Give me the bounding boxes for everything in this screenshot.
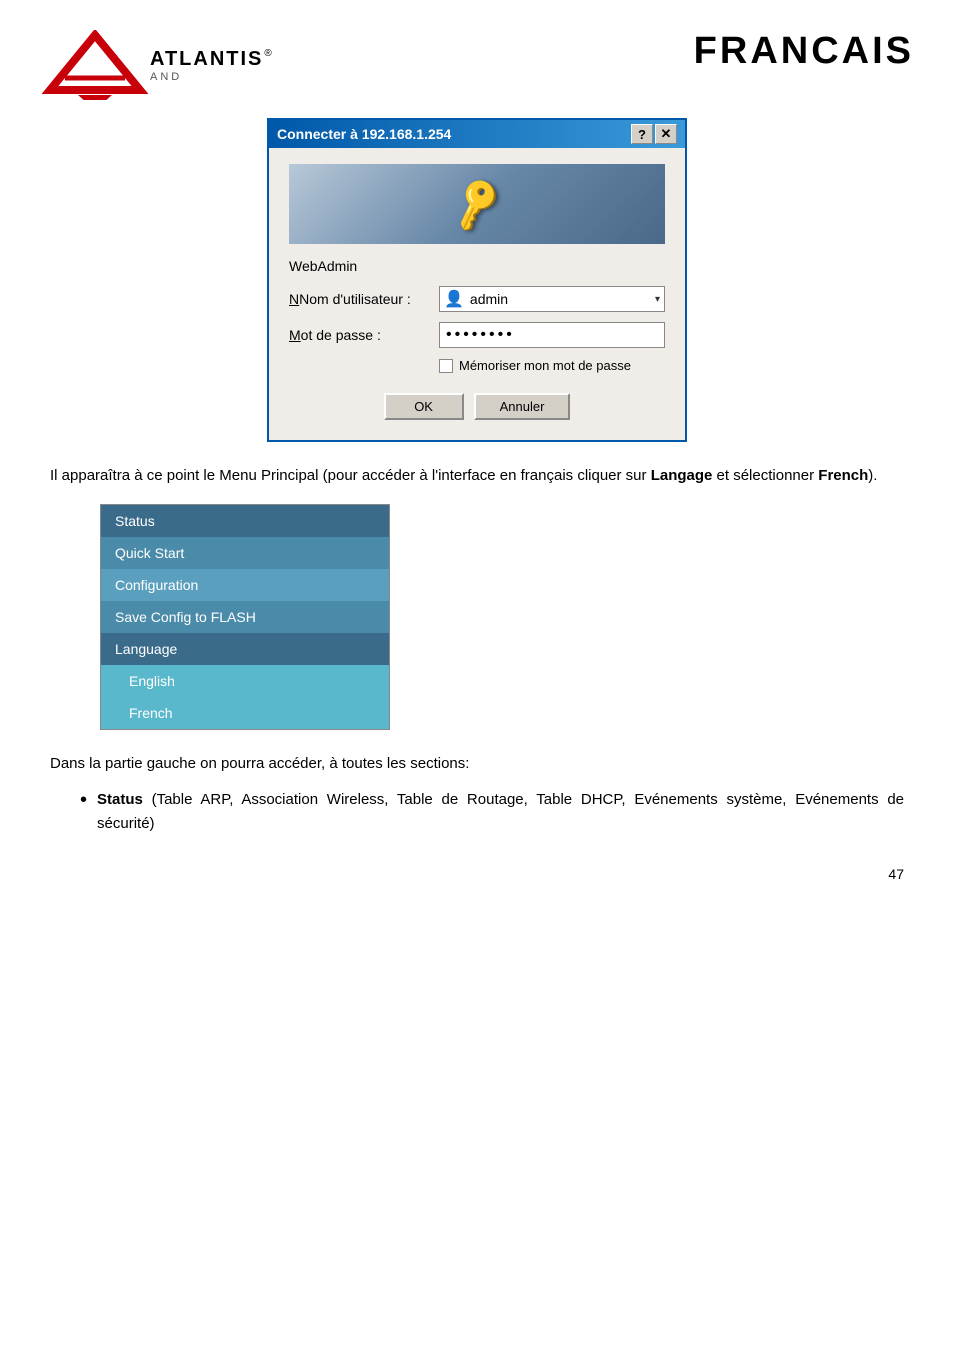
password-label: Mot de passe : (289, 327, 439, 343)
username-field: NNom d'utilisateur : 👤 admin ▾ (289, 286, 665, 312)
body-bold-langage: Langage (651, 467, 713, 484)
cancel-button[interactable]: Annuler (474, 393, 571, 420)
body-bold-french: French (818, 467, 868, 484)
nav-item-french[interactable]: French (101, 697, 389, 729)
nav-item-save-config[interactable]: Save Config to FLASH (101, 601, 389, 633)
webadmin-label: WebAdmin (289, 258, 665, 274)
username-label: NNom d'utilisateur : (289, 291, 439, 307)
body-text-2: et sélectionner (712, 467, 818, 484)
dialog-body: 🔑 WebAdmin NNom d'utilisateur : 👤 admin … (269, 148, 685, 440)
key-icon: 🔑 (446, 173, 509, 234)
ok-button[interactable]: OK (384, 393, 464, 420)
nav-item-english[interactable]: English (101, 665, 389, 697)
bullet-rest-status: (Table ARP, Association Wireless, Table … (97, 791, 904, 832)
password-field: Mot de passe : (289, 322, 665, 348)
bottom-paragraph: Dans la partie gauche on pourra accéder,… (50, 752, 904, 776)
brand-registered: ® (264, 48, 271, 59)
username-select[interactable]: 👤 admin ▾ (439, 286, 665, 312)
nav-item-quick-start[interactable]: Quick Start (101, 537, 389, 569)
page-number: 47 (40, 866, 914, 882)
username-value: admin (470, 291, 508, 307)
select-arrow-icon: ▾ (655, 294, 660, 305)
dialog-titlebar: Connecter à 192.168.1.254 ? ✕ (269, 120, 685, 148)
brand-name: ATLANTIS (150, 48, 263, 71)
nav-menu: Status Quick Start Configuration Save Co… (100, 504, 390, 730)
dialog-wrapper: Connecter à 192.168.1.254 ? ✕ 🔑 WebAdmin… (40, 118, 914, 442)
bullet-item-status: • Status (Table ARP, Association Wireles… (80, 788, 904, 836)
dialog-image-area: 🔑 (289, 164, 665, 244)
body-text-3: ). (868, 467, 877, 484)
remember-label: Mémoriser mon mot de passe (459, 358, 631, 373)
bullet-content-status: Status (Table ARP, Association Wireless,… (97, 788, 904, 836)
nav-item-status[interactable]: Status (101, 505, 389, 537)
password-input-wrapper (439, 322, 665, 348)
nav-item-configuration[interactable]: Configuration (101, 569, 389, 601)
page-title: FRANCAIS (694, 30, 914, 73)
remember-checkbox[interactable] (439, 359, 453, 373)
logo-area: ATLANTIS® AND (40, 30, 272, 100)
bullet-list: • Status (Table ARP, Association Wireles… (50, 788, 904, 836)
atlantis-logo (40, 30, 150, 100)
body-paragraph: Il apparaîtra à ce point le Menu Princip… (40, 464, 914, 488)
page-header: ATLANTIS® AND FRANCAIS (40, 30, 914, 100)
dialog-title: Connecter à 192.168.1.254 (277, 126, 451, 142)
username-input-wrapper: 👤 admin ▾ (439, 286, 665, 312)
nav-item-language[interactable]: Language (101, 633, 389, 665)
brand-and: AND (150, 71, 272, 83)
brand-text: ATLANTIS® AND (150, 48, 272, 83)
dialog-close-button[interactable]: ✕ (655, 124, 677, 144)
login-dialog: Connecter à 192.168.1.254 ? ✕ 🔑 WebAdmin… (267, 118, 687, 442)
bottom-section: Dans la partie gauche on pourra accéder,… (40, 752, 914, 836)
user-icon: 👤 (444, 289, 464, 309)
dialog-help-button[interactable]: ? (631, 124, 653, 144)
password-input[interactable] (439, 322, 665, 348)
bullet-bold-status: Status (97, 791, 143, 808)
remember-checkbox-row: Mémoriser mon mot de passe (439, 358, 665, 373)
bullet-dot: • (80, 788, 87, 836)
dialog-buttons: OK Annuler (289, 393, 665, 420)
dialog-controls: ? ✕ (631, 124, 677, 144)
body-text-1: Il apparaîtra à ce point le Menu Princip… (50, 467, 651, 484)
